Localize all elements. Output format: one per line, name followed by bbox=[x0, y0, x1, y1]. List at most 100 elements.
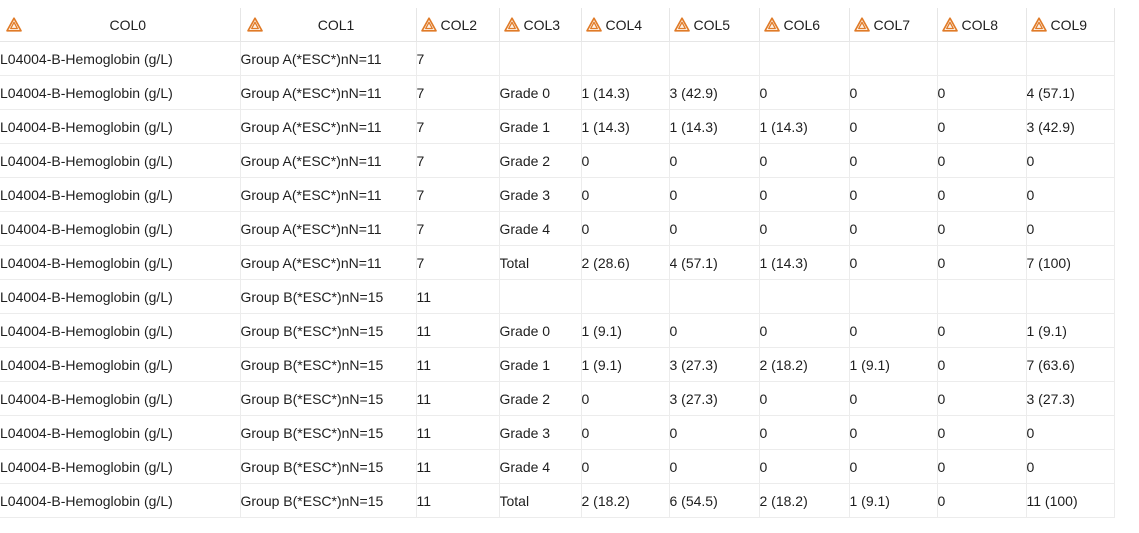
cell-col0[interactable]: L04004-B-Hemoglobin (g/L) bbox=[0, 381, 241, 416]
cell-col1[interactable]: Group B(*ESC*)nN=15 bbox=[240, 483, 417, 518]
cell-col3[interactable]: Grade 2 bbox=[499, 381, 582, 416]
cell-col2[interactable]: 11 bbox=[416, 415, 500, 450]
table-row[interactable]: L04004-B-Hemoglobin (g/L) Group A(*ESC*)n… bbox=[0, 211, 1115, 246]
cell-col0[interactable]: L04004-B-Hemoglobin (g/L) bbox=[0, 177, 241, 212]
cell-col2[interactable]: 7 bbox=[416, 41, 500, 76]
cell-col5[interactable]: 0 bbox=[669, 449, 760, 484]
data-grid[interactable]: COL0 COL1 COL2 COL3 COL4 COL5 COL6 COL7 COL8 COL9… bbox=[0, 8, 1115, 518]
cell-col7[interactable]: 0 bbox=[849, 313, 938, 348]
cell-col8[interactable] bbox=[937, 41, 1027, 76]
cell-col9[interactable]: 0 bbox=[1026, 449, 1115, 484]
cell-col9[interactable]: 7 (100) bbox=[1026, 245, 1115, 280]
cell-col3[interactable]: Grade 3 bbox=[499, 415, 582, 450]
cell-col4[interactable]: 0 bbox=[581, 143, 670, 178]
cell-col8[interactable]: 0 bbox=[937, 211, 1027, 246]
cell-col6[interactable] bbox=[759, 41, 850, 76]
cell-col3[interactable]: Grade 2 bbox=[499, 143, 582, 178]
cell-col5[interactable]: 6 (54.5) bbox=[669, 483, 760, 518]
cell-col1[interactable]: Group A(*ESC*)nN=11 bbox=[240, 177, 417, 212]
cell-col2[interactable]: 7 bbox=[416, 109, 500, 144]
cell-col1[interactable]: Group B(*ESC*)nN=15 bbox=[240, 313, 417, 348]
cell-col7[interactable]: 0 bbox=[849, 381, 938, 416]
cell-col5[interactable]: 0 bbox=[669, 143, 760, 178]
cell-col8[interactable]: 0 bbox=[937, 245, 1027, 280]
cell-col1[interactable]: Group B(*ESC*)nN=15 bbox=[240, 415, 417, 450]
cell-col3[interactable]: Grade 0 bbox=[499, 313, 582, 348]
cell-col8[interactable]: 0 bbox=[937, 483, 1027, 518]
cell-col3[interactable] bbox=[499, 279, 582, 314]
cell-col6[interactable]: 0 bbox=[759, 143, 850, 178]
cell-col6[interactable]: 0 bbox=[759, 313, 850, 348]
cell-col8[interactable]: 0 bbox=[937, 381, 1027, 416]
cell-col3[interactable]: Total bbox=[499, 483, 582, 518]
cell-col7[interactable] bbox=[849, 279, 938, 314]
cell-col9[interactable]: 0 bbox=[1026, 415, 1115, 450]
cell-col5[interactable]: 0 bbox=[669, 313, 760, 348]
cell-col0[interactable]: L04004-B-Hemoglobin (g/L) bbox=[0, 143, 241, 178]
cell-col1[interactable]: Group B(*ESC*)nN=15 bbox=[240, 381, 417, 416]
cell-col2[interactable]: 7 bbox=[416, 143, 500, 178]
cell-col6[interactable]: 0 bbox=[759, 449, 850, 484]
cell-col5[interactable]: 0 bbox=[669, 177, 760, 212]
cell-col8[interactable]: 0 bbox=[937, 109, 1027, 144]
cell-col2[interactable]: 11 bbox=[416, 279, 500, 314]
cell-col6[interactable]: 0 bbox=[759, 177, 850, 212]
cell-col6[interactable] bbox=[759, 279, 850, 314]
cell-col2[interactable]: 11 bbox=[416, 313, 500, 348]
cell-col9[interactable]: 4 (57.1) bbox=[1026, 75, 1115, 110]
cell-col6[interactable]: 0 bbox=[759, 211, 850, 246]
cell-col6[interactable]: 2 (18.2) bbox=[759, 347, 850, 382]
cell-col7[interactable]: 0 bbox=[849, 109, 938, 144]
cell-col3[interactable]: Grade 3 bbox=[499, 177, 582, 212]
cell-col5[interactable]: 0 bbox=[669, 415, 760, 450]
cell-col9[interactable]: 1 (9.1) bbox=[1026, 313, 1115, 348]
table-row[interactable]: L04004-B-Hemoglobin (g/L) Group B(*ESC*)n… bbox=[0, 449, 1115, 484]
cell-col5[interactable]: 3 (27.3) bbox=[669, 347, 760, 382]
cell-col9[interactable]: 7 (63.6) bbox=[1026, 347, 1115, 382]
cell-col9[interactable] bbox=[1026, 41, 1115, 76]
cell-col7[interactable]: 0 bbox=[849, 211, 938, 246]
cell-col8[interactable]: 0 bbox=[937, 449, 1027, 484]
cell-col5[interactable]: 1 (14.3) bbox=[669, 109, 760, 144]
cell-col4[interactable]: 1 (14.3) bbox=[581, 75, 670, 110]
cell-col8[interactable]: 0 bbox=[937, 177, 1027, 212]
cell-col0[interactable]: L04004-B-Hemoglobin (g/L) bbox=[0, 211, 241, 246]
cell-col7[interactable]: 1 (9.1) bbox=[849, 347, 938, 382]
cell-col5[interactable]: 4 (57.1) bbox=[669, 245, 760, 280]
cell-col3[interactable]: Grade 0 bbox=[499, 75, 582, 110]
cell-col5[interactable]: 3 (42.9) bbox=[669, 75, 760, 110]
cell-col1[interactable]: Group A(*ESC*)nN=11 bbox=[240, 143, 417, 178]
cell-col8[interactable]: 0 bbox=[937, 415, 1027, 450]
cell-col7[interactable]: 0 bbox=[849, 177, 938, 212]
cell-col1[interactable]: Group A(*ESC*)nN=11 bbox=[240, 75, 417, 110]
cell-col4[interactable]: 1 (9.1) bbox=[581, 347, 670, 382]
cell-col8[interactable]: 0 bbox=[937, 347, 1027, 382]
table-row[interactable]: L04004-B-Hemoglobin (g/L) Group A(*ESC*)n… bbox=[0, 143, 1115, 178]
cell-col8[interactable] bbox=[937, 279, 1027, 314]
cell-col4[interactable] bbox=[581, 41, 670, 76]
cell-col1[interactable]: Group A(*ESC*)nN=11 bbox=[240, 41, 417, 76]
cell-col1[interactable]: Group B(*ESC*)nN=15 bbox=[240, 279, 417, 314]
column-header-col8[interactable]: COL8 bbox=[937, 8, 1027, 42]
cell-col9[interactable]: 0 bbox=[1026, 177, 1115, 212]
cell-col9[interactable]: 0 bbox=[1026, 211, 1115, 246]
cell-col8[interactable]: 0 bbox=[937, 313, 1027, 348]
cell-col5[interactable]: 0 bbox=[669, 211, 760, 246]
cell-col6[interactable]: 0 bbox=[759, 415, 850, 450]
cell-col7[interactable]: 0 bbox=[849, 143, 938, 178]
column-header-col0[interactable]: COL0 bbox=[0, 8, 241, 42]
table-row[interactable]: L04004-B-Hemoglobin (g/L) Group B(*ESC*)n… bbox=[0, 279, 1115, 314]
cell-col4[interactable]: 0 bbox=[581, 211, 670, 246]
cell-col0[interactable]: L04004-B-Hemoglobin (g/L) bbox=[0, 483, 241, 518]
cell-col4[interactable]: 0 bbox=[581, 415, 670, 450]
cell-col4[interactable]: 2 (28.6) bbox=[581, 245, 670, 280]
cell-col9[interactable]: 11 (100) bbox=[1026, 483, 1115, 518]
cell-col5[interactable] bbox=[669, 279, 760, 314]
column-header-col3[interactable]: COL3 bbox=[499, 8, 582, 42]
cell-col4[interactable]: 0 bbox=[581, 177, 670, 212]
table-row[interactable]: L04004-B-Hemoglobin (g/L) Group A(*ESC*)n… bbox=[0, 245, 1115, 280]
cell-col0[interactable]: L04004-B-Hemoglobin (g/L) bbox=[0, 279, 241, 314]
cell-col0[interactable]: L04004-B-Hemoglobin (g/L) bbox=[0, 347, 241, 382]
cell-col2[interactable]: 11 bbox=[416, 483, 500, 518]
table-row[interactable]: L04004-B-Hemoglobin (g/L) Group B(*ESC*)n… bbox=[0, 347, 1115, 382]
